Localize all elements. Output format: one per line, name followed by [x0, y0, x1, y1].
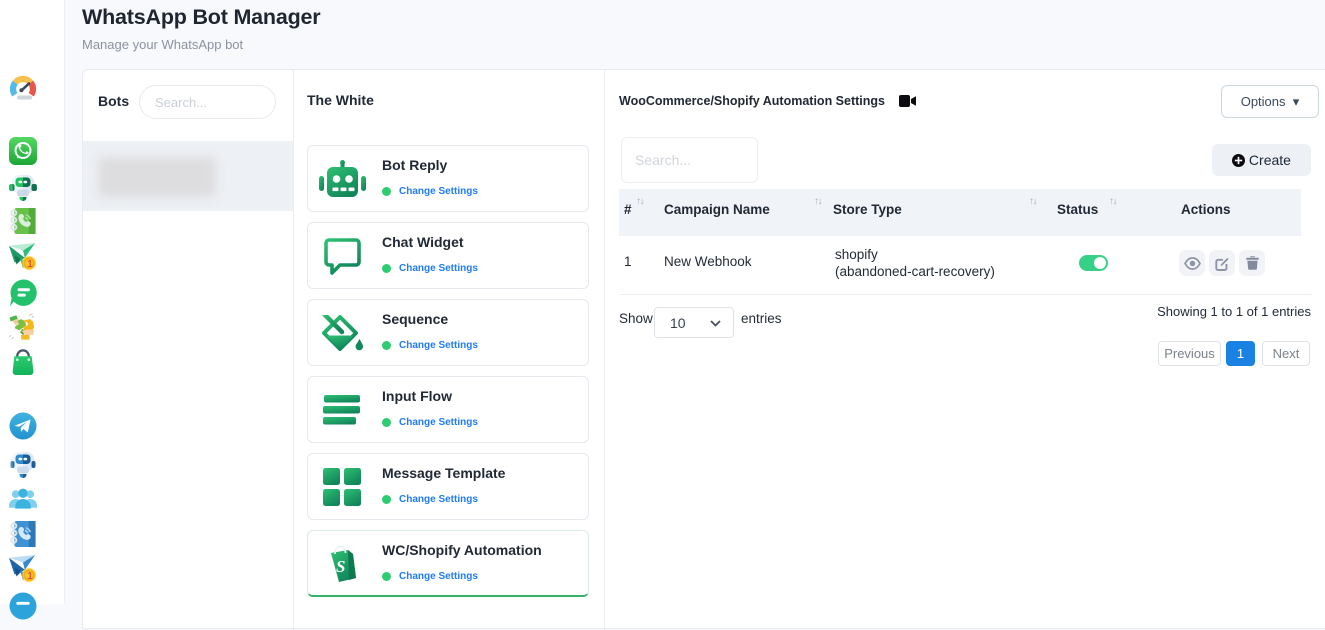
svg-text:1: 1 [27, 571, 33, 582]
svg-text:1: 1 [27, 259, 33, 270]
svg-text:S: S [336, 557, 345, 576]
